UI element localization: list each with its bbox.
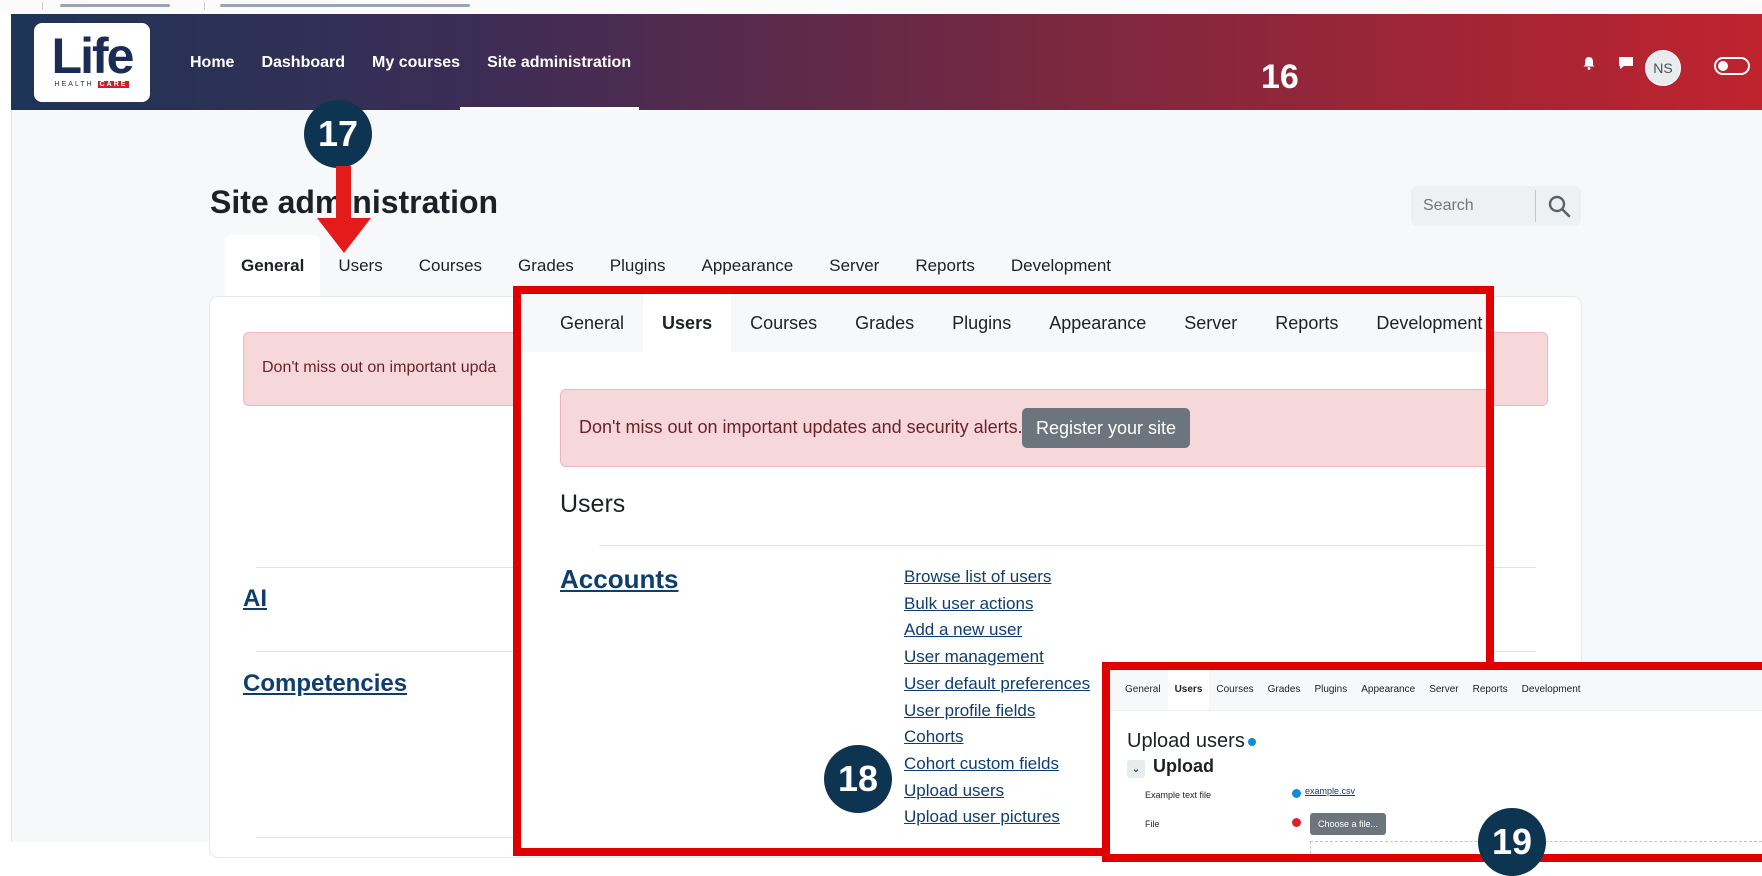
strip-divider bbox=[204, 2, 205, 10]
tab-users[interactable]: Users bbox=[1167, 670, 1210, 710]
bell-icon[interactable] bbox=[1582, 56, 1596, 70]
user-menu-area: NS bbox=[1582, 50, 1762, 86]
callout-arrow-shaft bbox=[336, 166, 351, 223]
chevron-down-icon[interactable]: ⌄ bbox=[1127, 760, 1145, 778]
tab-courses[interactable]: Courses bbox=[731, 294, 836, 352]
register-site-button[interactable]: Register your site bbox=[1022, 408, 1191, 448]
upload-users-zoom-panel: General Users Courses Grades Plugins App… bbox=[1102, 662, 1762, 862]
alert-text: Don't miss out on important upda bbox=[262, 359, 497, 376]
example-csv-link[interactable]: example.csv bbox=[1305, 786, 1355, 796]
tab-general[interactable]: General bbox=[225, 235, 321, 297]
link-add-new-user[interactable]: Add a new user bbox=[904, 617, 1090, 644]
upload-panel-tabbar: General Users Courses Grades Plugins App… bbox=[1110, 670, 1762, 711]
browser-strip bbox=[0, 0, 1762, 14]
tab-grades[interactable]: Grades bbox=[1261, 670, 1308, 710]
upload-users-title: Upload users bbox=[1127, 730, 1256, 753]
page-title: Site administration bbox=[210, 184, 499, 220]
link-browse-users[interactable]: Browse list of users bbox=[904, 564, 1090, 591]
help-icon[interactable] bbox=[1247, 737, 1256, 746]
accounts-links-list: Browse list of users Bulk user actions A… bbox=[904, 564, 1090, 831]
edit-mode-toggle[interactable] bbox=[1714, 57, 1750, 75]
strip-text bbox=[220, 4, 470, 7]
top-navbar: Life HEALTH CARE Home Dashboard My cours… bbox=[11, 14, 1762, 110]
callout-badge-18: 18 bbox=[824, 745, 892, 813]
callout-badge-19: 19 bbox=[1478, 808, 1546, 876]
section-divider bbox=[599, 545, 1486, 546]
tab-development[interactable]: Development bbox=[1357, 294, 1486, 352]
link-user-management[interactable]: User management bbox=[904, 644, 1090, 671]
nav-home[interactable]: Home bbox=[190, 54, 234, 72]
info-icon[interactable] bbox=[1292, 789, 1301, 798]
tab-grades[interactable]: Grades bbox=[836, 294, 933, 352]
nav-dashboard[interactable]: Dashboard bbox=[261, 54, 345, 72]
link-bulk-user-actions[interactable]: Bulk user actions bbox=[904, 591, 1090, 618]
avatar[interactable]: NS bbox=[1645, 50, 1681, 86]
upload-panel-tabs: General Users Courses Grades Plugins App… bbox=[1118, 670, 1588, 710]
search-divider bbox=[1535, 190, 1536, 222]
tab-development[interactable]: Development bbox=[1515, 670, 1588, 710]
tab-general[interactable]: General bbox=[1118, 670, 1168, 710]
example-file-label: Example text file bbox=[1145, 790, 1212, 800]
file-field-label: File bbox=[1145, 819, 1160, 829]
tab-server[interactable]: Server bbox=[1422, 670, 1465, 710]
link-user-default-preferences[interactable]: User default preferences bbox=[904, 671, 1090, 698]
link-upload-users[interactable]: Upload users bbox=[904, 778, 1090, 805]
callout-badge-17: 17 bbox=[304, 100, 372, 168]
search-input[interactable] bbox=[1411, 186, 1555, 226]
users-panel-tabs: General Users Courses Grades Plugins App… bbox=[541, 294, 1486, 352]
registration-alert: Don't miss out on important updates and … bbox=[560, 389, 1486, 467]
messages-icon[interactable] bbox=[1618, 56, 1634, 70]
users-panel-tabbar: General Users Courses Grades Plugins App… bbox=[521, 294, 1486, 352]
accounts-category-link[interactable]: Accounts bbox=[560, 564, 678, 595]
logo-wordmark: Life bbox=[51, 28, 135, 84]
site-logo[interactable]: Life HEALTH CARE bbox=[34, 23, 150, 102]
page-border bbox=[11, 110, 12, 842]
primary-nav: Home Dashboard My courses Site administr… bbox=[190, 54, 658, 72]
choose-file-button[interactable]: Choose a file... bbox=[1310, 813, 1387, 835]
section-link-competencies[interactable]: Competencies bbox=[243, 670, 407, 698]
link-upload-user-pictures[interactable]: Upload user pictures bbox=[904, 804, 1090, 831]
nav-active-indicator bbox=[460, 107, 639, 110]
tab-plugins[interactable]: Plugins bbox=[933, 294, 1030, 352]
search-box bbox=[1411, 186, 1581, 226]
tab-users[interactable]: Users bbox=[643, 294, 732, 352]
tab-appearance[interactable]: Appearance bbox=[1354, 670, 1422, 710]
step-number-16: 16 bbox=[1261, 58, 1299, 96]
tab-reports[interactable]: Reports bbox=[1256, 294, 1357, 352]
tab-server[interactable]: Server bbox=[1165, 294, 1256, 352]
link-user-profile-fields[interactable]: User profile fields bbox=[904, 698, 1090, 725]
tab-reports[interactable]: Reports bbox=[1466, 670, 1515, 710]
users-heading: Users bbox=[560, 490, 626, 518]
callout-arrow-down-icon bbox=[317, 218, 371, 253]
tab-general[interactable]: General bbox=[541, 294, 643, 352]
link-cohort-custom-fields[interactable]: Cohort custom fields bbox=[904, 751, 1090, 778]
strip-text bbox=[60, 4, 170, 7]
tab-appearance[interactable]: Appearance bbox=[1030, 294, 1165, 352]
required-icon bbox=[1292, 818, 1301, 827]
tab-courses[interactable]: Courses bbox=[401, 235, 500, 297]
tab-plugins[interactable]: Plugins bbox=[1307, 670, 1354, 710]
search-icon[interactable] bbox=[1547, 194, 1571, 218]
section-link-ai[interactable]: AI bbox=[243, 585, 267, 613]
link-cohorts[interactable]: Cohorts bbox=[904, 724, 1090, 751]
strip-divider bbox=[42, 2, 43, 10]
tab-courses[interactable]: Courses bbox=[1209, 670, 1260, 710]
alert-text: Don't miss out on important updates and … bbox=[579, 417, 1023, 437]
upload-section-header[interactable]: ⌄ Upload bbox=[1127, 756, 1214, 778]
nav-my-courses[interactable]: My courses bbox=[372, 54, 460, 72]
nav-site-administration[interactable]: Site administration bbox=[487, 54, 631, 72]
